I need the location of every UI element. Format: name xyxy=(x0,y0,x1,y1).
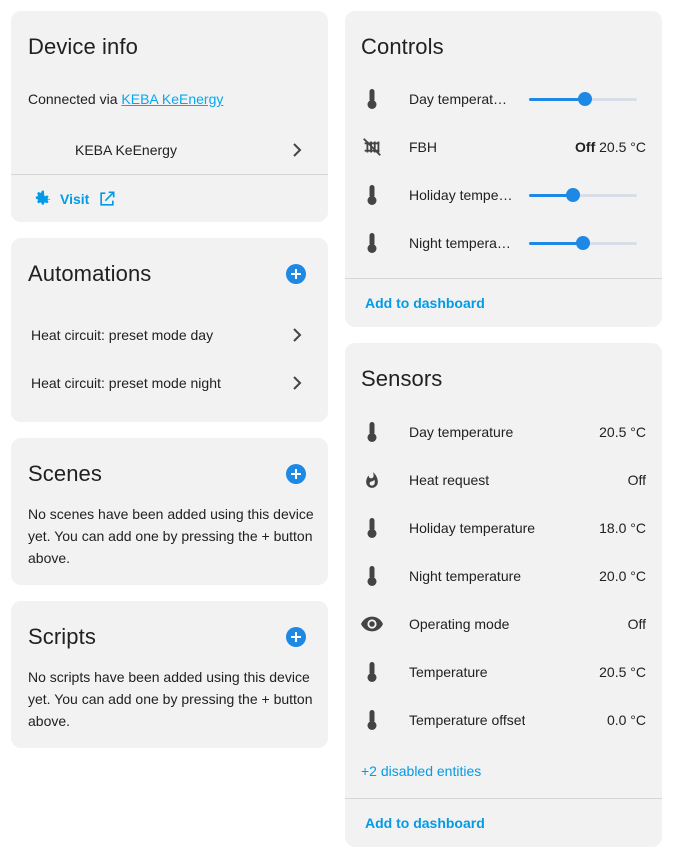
holiday-temperature-slider[interactable] xyxy=(529,185,637,205)
add-script-button[interactable] xyxy=(286,627,306,647)
device-info-title: Device info xyxy=(28,34,138,59)
sensor-value: 20.5 °C xyxy=(599,424,646,440)
fbh-value: Off 20.5 °C xyxy=(575,139,646,155)
sensor-name: Night temperature xyxy=(409,568,522,584)
thermometer-icon xyxy=(361,184,383,206)
automations-card: Automations Heat circuit: preset mode da… xyxy=(11,238,328,422)
controls-card: Controls Day temperat… FBH Off 20.5 °C H… xyxy=(345,11,662,327)
sensor-name: Holiday temperature xyxy=(409,520,536,536)
control-row[interactable]: Night tempera… xyxy=(345,219,662,267)
control-name: FBH xyxy=(409,139,437,155)
sensor-row[interactable]: Night temperature 20.0 °C xyxy=(345,552,662,600)
device-info-card: Device info Connected via KEBA KeEnergy … xyxy=(11,11,328,222)
sensor-value: Off xyxy=(627,616,646,632)
eye-icon xyxy=(361,613,383,635)
chevron-right-icon xyxy=(293,143,302,157)
divider xyxy=(345,278,662,279)
add-to-dashboard-button[interactable]: Add to dashboard xyxy=(365,295,485,311)
sensor-name: Temperature offset xyxy=(409,712,526,728)
sensor-name: Day temperature xyxy=(409,424,514,440)
sensor-value: 20.0 °C xyxy=(599,568,646,584)
automation-item[interactable]: Heat circuit: preset mode day xyxy=(11,311,328,359)
radiator-off-icon xyxy=(361,136,383,158)
connected-via-prefix: Connected via xyxy=(28,91,122,107)
thermometer-icon xyxy=(361,421,383,443)
sensor-row[interactable]: Temperature 20.5 °C xyxy=(345,648,662,696)
integration-name: KEBA KeEnergy xyxy=(75,142,177,158)
sensor-row[interactable]: Holiday temperature 18.0 °C xyxy=(345,504,662,552)
control-row[interactable]: FBH Off 20.5 °C xyxy=(345,123,662,171)
control-name: Night tempera… xyxy=(409,235,511,251)
disabled-entities-link[interactable]: +2 disabled entities xyxy=(361,763,481,779)
visit-label: Visit xyxy=(60,191,90,207)
add-to-dashboard-button[interactable]: Add to dashboard xyxy=(365,815,485,831)
automation-item[interactable]: Heat circuit: preset mode night xyxy=(11,359,328,407)
control-name: Day temperat… xyxy=(409,91,508,107)
fbh-state: Off xyxy=(575,139,596,155)
divider xyxy=(11,174,328,175)
sensor-value: 18.0 °C xyxy=(599,520,646,536)
sensor-row[interactable]: Operating mode Off xyxy=(345,600,662,648)
scripts-card: Scripts No scripts have been added using… xyxy=(11,601,328,748)
sensor-name: Heat request xyxy=(409,472,490,488)
night-temperature-slider[interactable] xyxy=(529,233,637,253)
control-row[interactable]: Holiday tempe… xyxy=(345,171,662,219)
thermometer-icon xyxy=(361,709,383,731)
sensor-row[interactable]: Day temperature 20.5 °C xyxy=(345,408,662,456)
sensor-name: Temperature xyxy=(409,664,488,680)
sensor-value: 20.5 °C xyxy=(599,664,646,680)
thermometer-icon xyxy=(361,232,383,254)
sensor-row[interactable]: Temperature offset 0.0 °C xyxy=(345,696,662,744)
integration-link[interactable]: KEBA KeEnergy xyxy=(121,91,223,107)
gear-icon xyxy=(35,190,50,205)
chevron-right-icon xyxy=(293,376,302,390)
sensor-name: Operating mode xyxy=(409,616,510,632)
add-automation-button[interactable] xyxy=(286,264,306,284)
scenes-empty-text: No scenes have been added using this dev… xyxy=(28,506,314,566)
sensors-card: Sensors Day temperature 20.5 °C Heat req… xyxy=(345,343,662,847)
connected-via-text: Connected via KEBA KeEnergy xyxy=(28,91,223,107)
sensor-value: Off xyxy=(627,472,646,488)
sensor-value: 0.0 °C xyxy=(606,712,646,728)
automation-label: Heat circuit: preset mode day xyxy=(31,327,214,343)
open-in-new-icon xyxy=(100,191,115,206)
fire-icon xyxy=(361,469,383,491)
fbh-temp: 20.5 °C xyxy=(599,139,646,155)
control-row[interactable]: Day temperat… xyxy=(345,75,662,123)
thermometer-icon xyxy=(361,661,383,683)
visit-button[interactable]: Visit xyxy=(32,187,117,211)
scripts-title: Scripts xyxy=(28,624,96,649)
add-scene-button[interactable] xyxy=(286,464,306,484)
integration-row[interactable]: KEBA KeEnergy xyxy=(11,126,328,174)
day-temperature-slider[interactable] xyxy=(529,89,637,109)
slider-thumb[interactable] xyxy=(566,188,581,202)
slider-thumb[interactable] xyxy=(578,92,593,106)
sensor-row[interactable]: Heat request Off xyxy=(345,456,662,504)
controls-title: Controls xyxy=(361,34,444,59)
thermometer-icon xyxy=(361,565,383,587)
scenes-card: Scenes No scenes have been added using t… xyxy=(11,438,328,585)
scenes-title: Scenes xyxy=(28,461,102,486)
slider-thumb[interactable] xyxy=(576,236,590,250)
thermometer-icon xyxy=(361,517,383,539)
chevron-right-icon xyxy=(293,328,302,342)
automation-label: Heat circuit: preset mode night xyxy=(31,375,221,391)
control-name: Holiday tempe… xyxy=(409,187,513,203)
automations-title: Automations xyxy=(28,261,152,286)
scripts-empty-text: No scripts have been added using this de… xyxy=(28,669,313,729)
thermometer-icon xyxy=(361,88,383,110)
sensors-title: Sensors xyxy=(361,366,443,391)
divider xyxy=(345,798,662,799)
